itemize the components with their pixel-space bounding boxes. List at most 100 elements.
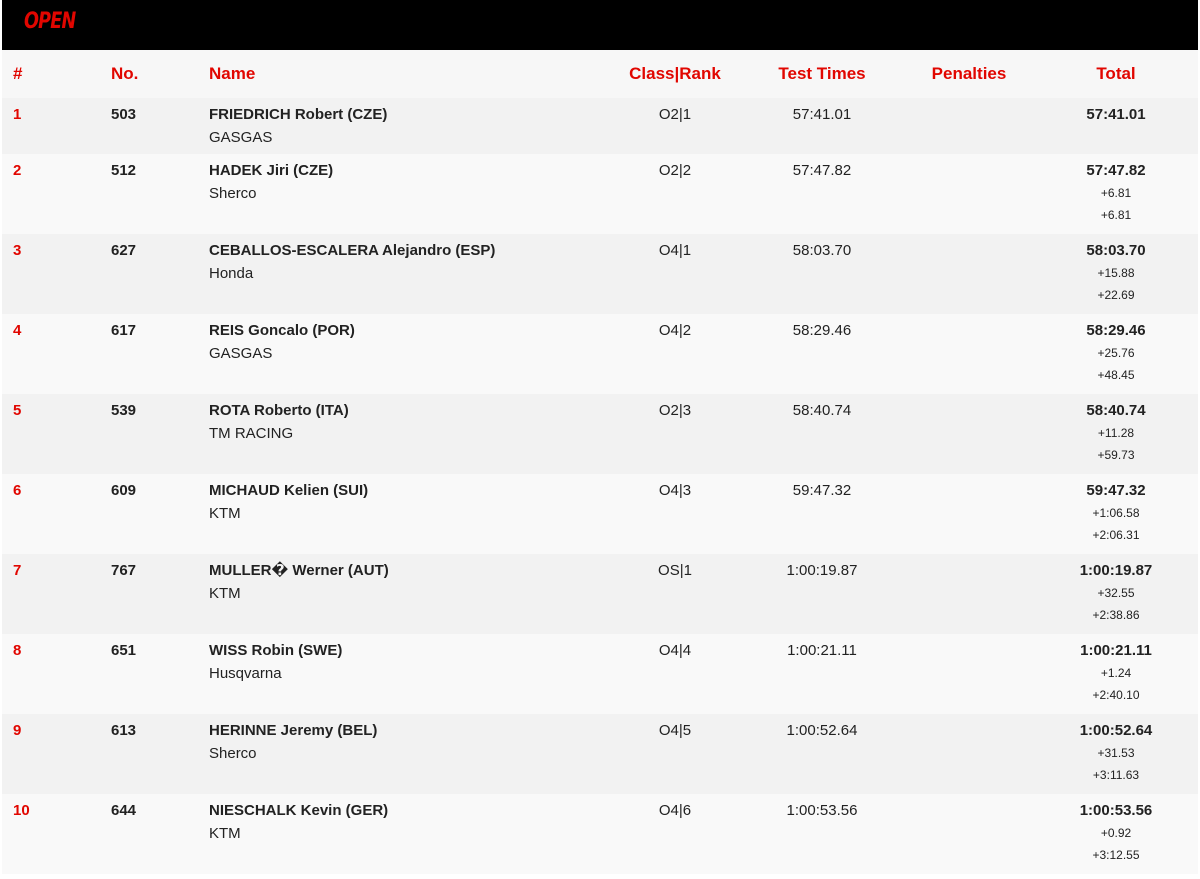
row-test-times: 1:00:21.11 xyxy=(787,642,857,659)
row-number: 627 xyxy=(111,242,137,259)
row-position: 5 xyxy=(13,402,22,419)
row-number: 767 xyxy=(111,562,137,579)
rider-team: Husqvarna xyxy=(209,665,282,682)
rider-team: Sherco xyxy=(209,745,257,762)
rider-team: TM RACING xyxy=(209,425,294,442)
rider-team: KTM xyxy=(209,825,241,842)
table-row[interactable]: 10 644 NIESCHALK Kevin (GER) KTM O4|6 1:00:53… xyxy=(2,794,1198,874)
gap-leader: +2:40.10 xyxy=(1092,688,1140,702)
row-test-times: 58:40.74 xyxy=(792,402,852,419)
table-header: # No. Name Class|Rank Test Times Penalti… xyxy=(2,50,1198,98)
gap-previous: +25.76 xyxy=(1097,346,1135,360)
row-total: 58:40.74 +11.28 +59.73 xyxy=(1046,402,1186,463)
row-rider: WISS Robin (SWE) Husqvarna xyxy=(209,642,342,683)
row-class-rank: O4|3 xyxy=(658,482,692,499)
row-class-rank: O4|4 xyxy=(658,642,692,659)
row-class-rank: O2|2 xyxy=(658,162,692,179)
row-test-times: 1:00:53.56 xyxy=(786,802,858,819)
table-row[interactable]: 1 503 FRIEDRICH Robert (CZE) GASGAS O2|1 57:4… xyxy=(2,98,1198,154)
rider-name[interactable]: HADEK Jiri (CZE) xyxy=(209,162,333,180)
results-page: OPEN # No. Name Class|Rank Test Times Pe… xyxy=(0,0,1200,879)
rider-team: KTM xyxy=(209,505,241,522)
row-test-times: 1:00:52.64 xyxy=(786,722,858,739)
header-penalties[interactable]: Penalties xyxy=(902,64,1036,84)
row-position: 7 xyxy=(13,562,22,579)
row-number: 503 xyxy=(111,106,137,123)
row-total: 58:03.70 +15.88 +22.69 xyxy=(1046,242,1186,303)
gap-previous: +6.81 xyxy=(1100,186,1132,200)
row-total: 1:00:52.64 +31.53 +3:11.63 xyxy=(1046,722,1186,783)
row-position: 3 xyxy=(13,242,22,259)
table-body: 1 503 FRIEDRICH Robert (CZE) GASGAS O2|1 57:4… xyxy=(2,98,1198,874)
rider-name[interactable]: FRIEDRICH Robert (CZE) xyxy=(209,106,387,124)
row-total: 1:00:21.11 +1.24 +2:40.10 xyxy=(1046,642,1186,703)
row-position: 9 xyxy=(13,722,22,739)
rider-team: Sherco xyxy=(209,185,257,202)
table-row[interactable]: 9 613 HERINNE Jeremy (BEL) Sherco O4|5 1:00:5… xyxy=(2,714,1198,794)
total-time: 1:00:21.11 xyxy=(1080,642,1152,659)
header-name[interactable]: Name xyxy=(209,64,255,84)
gap-leader: +22.69 xyxy=(1097,288,1135,302)
row-position: 6 xyxy=(13,482,22,499)
gap-previous: +1:06.58 xyxy=(1092,506,1140,520)
row-rider: ROTA Roberto (ITA) TM RACING xyxy=(209,402,349,443)
rider-name[interactable]: REIS Goncalo (POR) xyxy=(209,322,355,340)
gap-previous: +1.24 xyxy=(1100,666,1132,680)
row-test-times: 57:41.01 xyxy=(792,106,852,123)
total-time: 57:47.82 xyxy=(1086,162,1146,179)
rider-team: GASGAS xyxy=(209,129,273,146)
header-class-rank[interactable]: Class|Rank xyxy=(602,64,748,84)
header-number[interactable]: No. xyxy=(111,64,138,84)
rider-name[interactable]: HERINNE Jeremy (BEL) xyxy=(209,722,377,740)
header-total[interactable]: Total xyxy=(1046,64,1186,84)
rider-name[interactable]: ROTA Roberto (ITA) xyxy=(209,402,349,420)
rider-name[interactable]: MICHAUD Kelien (SUI) xyxy=(209,482,368,500)
row-test-times: 58:03.70 xyxy=(792,242,852,259)
rider-name[interactable]: CEBALLOS-ESCALERA Alejandro (ESP) xyxy=(209,242,495,260)
gap-previous: +31.53 xyxy=(1097,746,1135,760)
row-number: 512 xyxy=(111,162,137,179)
rider-name[interactable]: NIESCHALK Kevin (GER) xyxy=(209,802,388,820)
total-time: 1:00:52.64 xyxy=(1079,722,1153,739)
row-class-rank: OS|1 xyxy=(658,562,692,579)
row-rider: HADEK Jiri (CZE) Sherco xyxy=(209,162,333,203)
row-position: 8 xyxy=(13,642,22,659)
table-row[interactable]: 8 651 WISS Robin (SWE) Husqvarna O4|4 1:00:21… xyxy=(2,634,1198,714)
row-rider: MULLER� Werner (AUT) KTM xyxy=(209,562,389,603)
rider-name[interactable]: MULLER� Werner (AUT) xyxy=(209,562,389,580)
table-row[interactable]: 5 539 ROTA Roberto (ITA) TM RACING O2|3 58:40… xyxy=(2,394,1198,474)
results-table: # No. Name Class|Rank Test Times Penalti… xyxy=(2,50,1198,874)
total-time: 1:00:53.56 xyxy=(1079,802,1153,819)
row-total: 1:00:19.87 +32.55 +2:38.86 xyxy=(1046,562,1186,623)
row-rider: FRIEDRICH Robert (CZE) GASGAS xyxy=(209,106,387,147)
gap-leader: +6.81 xyxy=(1100,208,1132,222)
total-time: 58:40.74 xyxy=(1086,402,1146,419)
rider-team: KTM xyxy=(209,585,241,602)
gap-leader: +3:11.63 xyxy=(1092,768,1140,782)
row-class-rank: O4|2 xyxy=(658,322,692,339)
row-rider: REIS Goncalo (POR) GASGAS xyxy=(209,322,355,363)
gap-leader: +48.45 xyxy=(1097,368,1135,382)
table-row[interactable]: 2 512 HADEK Jiri (CZE) Sherco O2|2 57:47.82 57… xyxy=(2,154,1198,234)
row-number: 609 xyxy=(111,482,137,499)
row-total: 1:00:53.56 +0.92 +3:12.55 xyxy=(1046,802,1186,863)
row-test-times: 59:47.32 xyxy=(792,482,852,499)
row-position: 4 xyxy=(13,322,22,339)
gap-previous: +11.28 xyxy=(1097,426,1135,440)
row-total: 57:47.82 +6.81 +6.81 xyxy=(1046,162,1186,223)
rider-name[interactable]: WISS Robin (SWE) xyxy=(209,642,342,660)
row-test-times: 57:47.82 xyxy=(792,162,852,179)
gap-leader: +2:38.86 xyxy=(1092,608,1140,622)
table-row[interactable]: 6 609 MICHAUD Kelien (SUI) KTM O4|3 59:47.32 5… xyxy=(2,474,1198,554)
total-time: 59:47.32 xyxy=(1086,482,1146,499)
table-row[interactable]: 4 617 REIS Goncalo (POR) GASGAS O4|2 58:29.46… xyxy=(2,314,1198,394)
row-test-times: 58:29.46 xyxy=(792,322,852,339)
header-position[interactable]: # xyxy=(13,64,22,84)
header-test-times[interactable]: Test Times xyxy=(762,64,882,84)
table-row[interactable]: 3 627 CEBALLOS-ESCALERA Alejandro (ESP) Hon… xyxy=(2,234,1198,314)
gap-leader: +59.73 xyxy=(1097,448,1135,462)
row-class-rank: O4|6 xyxy=(658,802,692,819)
gap-leader: +2:06.31 xyxy=(1092,528,1140,542)
total-time: 1:00:19.87 xyxy=(1079,562,1153,579)
table-row[interactable]: 7 767 MULLER� Werner (AUT) KTM OS|1 1:00:19.8… xyxy=(2,554,1198,634)
